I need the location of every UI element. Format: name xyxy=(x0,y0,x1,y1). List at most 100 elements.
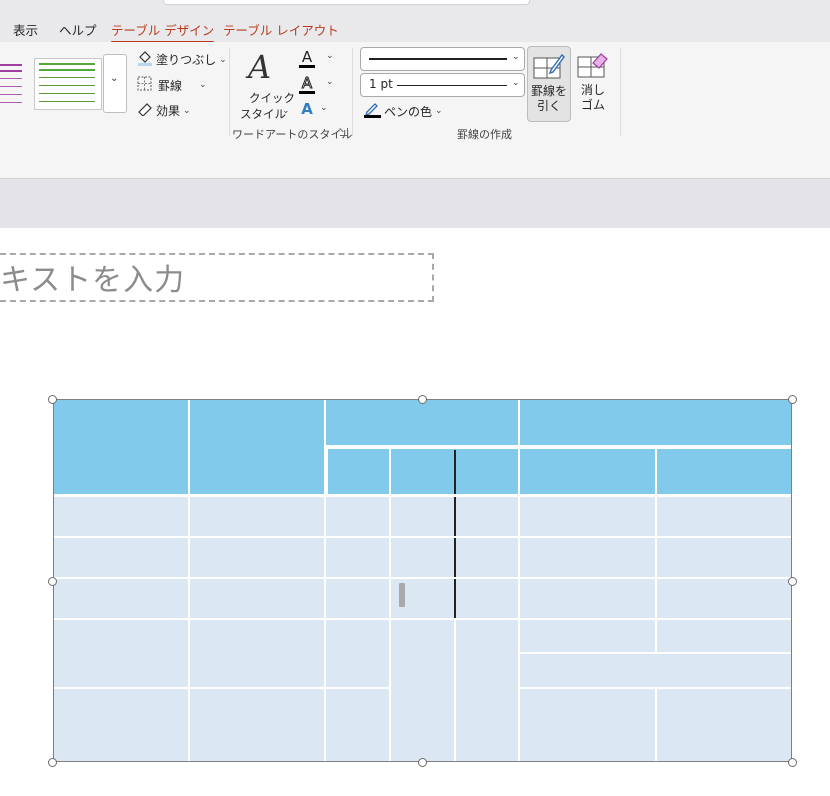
chevron-down-icon: ⌄ xyxy=(199,80,207,90)
borders-label: 罫線 xyxy=(158,78,183,93)
workspace-background xyxy=(0,179,830,228)
table-cell[interactable] xyxy=(520,538,655,577)
tab-table-design[interactable]: テーブル デザイン xyxy=(111,20,215,44)
text-fill-button[interactable]: A ⌄ xyxy=(298,48,338,70)
borders-button[interactable]: 罫線 ⌄ xyxy=(137,76,207,94)
title-placeholder-text: キストを入力 xyxy=(0,263,186,298)
table-cell[interactable] xyxy=(391,538,518,577)
paint-bucket-icon xyxy=(137,50,153,69)
table-cell[interactable] xyxy=(657,620,792,652)
table-cell[interactable] xyxy=(520,579,655,618)
table-cell[interactable] xyxy=(53,689,188,761)
table-cell[interactable] xyxy=(190,689,324,761)
search-box[interactable] xyxy=(163,0,530,5)
quick-style-label-2: スタイル xyxy=(240,107,286,121)
table-cell[interactable] xyxy=(326,620,389,687)
chevron-down-icon: ⌄ xyxy=(326,51,334,61)
pen-weight-value: 1 pt xyxy=(369,77,393,91)
wordart-a-icon: A xyxy=(248,48,272,86)
table-cell[interactable] xyxy=(326,538,389,577)
table-style-green[interactable] xyxy=(34,58,102,110)
chevron-down-icon: ⌄ xyxy=(282,106,290,116)
gallery-more-button[interactable]: ⌄ xyxy=(103,54,127,113)
table-cell[interactable] xyxy=(657,689,792,761)
eraser-button[interactable]: 消し ゴム xyxy=(574,46,612,120)
pen-weight-line xyxy=(397,85,507,86)
table-cell[interactable] xyxy=(53,579,188,618)
table-cell[interactable] xyxy=(326,579,389,618)
table-cell[interactable] xyxy=(190,399,324,494)
table-cell[interactable] xyxy=(520,449,655,494)
table-cell[interactable] xyxy=(657,449,792,494)
table-cell[interactable] xyxy=(391,579,518,618)
shading-label: 塗りつぶし xyxy=(156,53,217,67)
table-cell[interactable] xyxy=(53,497,188,536)
draw-borders-group-label: 罫線の作成 xyxy=(457,128,512,141)
tab-view[interactable]: 表示 xyxy=(13,20,38,39)
borders-icon xyxy=(137,76,152,94)
table-cell[interactable] xyxy=(326,497,389,536)
text-outline-button[interactable]: A ⌄ xyxy=(298,74,338,96)
chevron-down-icon: ⌄ xyxy=(435,106,443,116)
eraser-label-2: ゴム xyxy=(580,98,605,112)
pen-color-button[interactable]: ペンの色 ⌄ xyxy=(364,101,443,121)
table-cell[interactable] xyxy=(53,538,188,577)
chevron-down-icon: ⌄ xyxy=(219,54,227,65)
draw-table-label-2: 引く xyxy=(536,99,561,113)
table-cell[interactable] xyxy=(53,399,188,494)
chevron-down-icon: ⌄ xyxy=(512,78,520,88)
table-cell[interactable] xyxy=(520,689,655,761)
quick-styles-button[interactable]: A クイック スタイル ⌄ xyxy=(236,48,295,121)
table-cell[interactable] xyxy=(190,538,324,577)
ribbon-tab-bar: 表示 ヘルプ テーブル デザイン テーブル レイアウト xyxy=(0,14,830,44)
table-cell[interactable] xyxy=(53,620,188,687)
table-cell[interactable] xyxy=(657,497,792,536)
table-cell[interactable] xyxy=(657,538,792,577)
tab-table-layout[interactable]: テーブル レイアウト xyxy=(223,20,339,39)
quick-style-label-1: クイック xyxy=(249,91,295,105)
effects-label: 効果 xyxy=(156,104,181,118)
draw-table-label-1: 罫線を xyxy=(530,84,567,98)
eraser-label-1: 消し xyxy=(580,83,605,97)
table-cell[interactable] xyxy=(326,689,389,761)
eraser-icon xyxy=(577,51,609,83)
title-bar xyxy=(0,0,830,14)
table-cell[interactable] xyxy=(391,497,518,536)
text-effects-button[interactable]: A ⌄ xyxy=(298,100,338,122)
chevron-down-icon: ⌄ xyxy=(183,105,191,116)
effects-icon xyxy=(137,102,153,119)
chevron-down-icon: ⌄ xyxy=(110,73,119,84)
table-cell[interactable] xyxy=(391,620,454,761)
group-separator xyxy=(620,48,621,136)
table-cell[interactable] xyxy=(391,449,518,494)
group-separator xyxy=(229,48,230,136)
draw-table-icon xyxy=(533,52,565,84)
table-cell[interactable] xyxy=(190,620,324,687)
table-cell[interactable] xyxy=(520,620,655,652)
text-fill-icon: A xyxy=(298,48,316,68)
draw-table-button[interactable]: 罫線を 引く xyxy=(527,46,571,122)
effects-button[interactable]: 効果 ⌄ xyxy=(137,102,191,119)
table-cell[interactable] xyxy=(326,399,518,445)
table-cell[interactable] xyxy=(190,497,324,536)
table-cell[interactable] xyxy=(328,449,389,494)
table-cell[interactable] xyxy=(657,579,792,618)
table-cell[interactable] xyxy=(520,654,792,687)
text-effects-icon: A xyxy=(301,100,313,118)
chevron-down-icon: ⌄ xyxy=(320,103,328,113)
chevron-down-icon: ⌄ xyxy=(512,52,520,62)
tab-help[interactable]: ヘルプ xyxy=(59,20,97,39)
table-cell[interactable] xyxy=(456,620,518,761)
shading-button[interactable]: 塗りつぶし ⌄ xyxy=(137,50,227,69)
pen-weight-select[interactable]: 1 pt ⌄ xyxy=(360,73,525,97)
table-style-purple[interactable] xyxy=(0,62,24,104)
pen-color-icon xyxy=(364,101,381,121)
group-separator xyxy=(352,48,353,136)
wordart-group-label: ワードアートのスタイル xyxy=(232,128,353,141)
pen-style-select[interactable]: ⌄ xyxy=(360,47,525,71)
table-cell[interactable] xyxy=(520,399,792,445)
ribbon: ⌄ 塗りつぶし ⌄ 罫線 ⌄ 効果 ⌄ A クイック スタイル ⌄ A ⌄ A … xyxy=(0,42,830,143)
table-cell[interactable] xyxy=(190,579,324,618)
table-cell[interactable] xyxy=(520,497,655,536)
dialog-launcher-icon[interactable] xyxy=(340,128,348,136)
